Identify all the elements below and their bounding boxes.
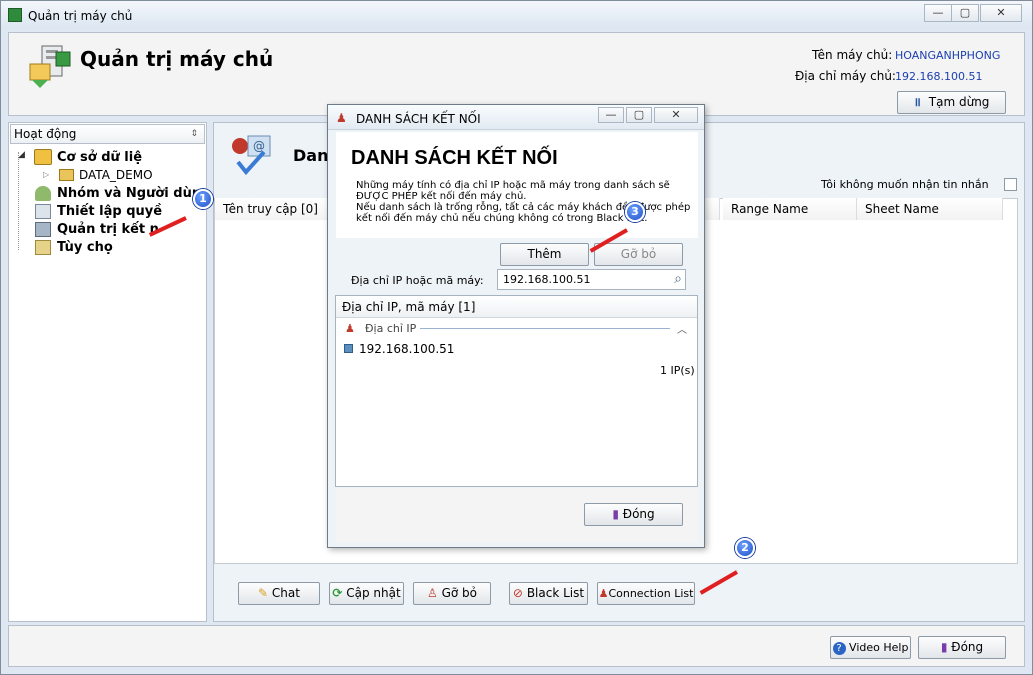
collapse-group-icon[interactable]: ︿ <box>677 321 687 336</box>
dialog-remove-button[interactable]: Gỡ bỏ <box>594 243 683 266</box>
tree-collapse-icon[interactable]: ▷ <box>43 170 49 179</box>
tree-expand-icon[interactable]: ◢ <box>18 150 25 160</box>
users-icon <box>35 186 51 201</box>
dialog-close-button[interactable]: ▮ Đóng <box>584 503 683 526</box>
activity-dropdown-label: Hoạt động <box>14 127 77 141</box>
dropdown-arrow-icon: ⇕ <box>190 129 198 139</box>
black-list-icon: ⊘ <box>512 586 523 600</box>
tree-item-connection-admin[interactable]: Quản trị kết n <box>57 222 159 237</box>
server-icon <box>28 44 72 88</box>
update-button-label: Cập nhật <box>346 586 401 600</box>
remove-user-button-label: Gỡ bỏ <box>441 586 477 600</box>
computer-icon <box>344 344 353 353</box>
search-icon[interactable]: ⌕ <box>674 270 682 289</box>
close-window-button[interactable]: ✕ <box>980 4 1022 22</box>
tree-item-options[interactable]: Tùy chọ <box>57 240 113 255</box>
dialog-close-button-label: Đóng <box>622 507 655 521</box>
tree-item-data-demo[interactable]: DATA_DEMO <box>79 168 153 182</box>
chat-button[interactable]: ✎ Chat <box>238 582 320 605</box>
connection-list-button-icon: ♟ <box>598 587 609 600</box>
connection-list-icon: @ <box>228 132 274 176</box>
server-address-label: Địa chỉ máy chủ: <box>795 69 896 83</box>
connection-list-button[interactable]: ♟Connection List <box>597 582 695 605</box>
folder-icon <box>59 169 74 181</box>
dialog-maximize-button[interactable]: ▢ <box>626 107 652 123</box>
database-icon <box>34 149 52 165</box>
remove-user-icon: ♙ <box>426 586 438 600</box>
dialog-close-x-button[interactable]: ✕ <box>654 107 698 123</box>
permissions-icon <box>35 204 51 219</box>
pause-button-label: Tạm dừng <box>928 95 990 109</box>
dialog-desc-line: Những máy tính có địa chỉ IP hoặc mã máy… <box>356 180 670 191</box>
svg-text:@: @ <box>253 139 265 153</box>
footer-close-button-label: Đóng <box>951 640 984 654</box>
dialog-minimize-button[interactable]: — <box>598 107 624 123</box>
chat-button-label: Chat <box>271 586 300 600</box>
dialog-heading: DANH SÁCH KẾT NỐI <box>351 147 558 169</box>
tree-item-permissions[interactable]: Thiết lập quyề <box>57 204 162 219</box>
remove-user-button[interactable]: ♙ Gỡ bỏ <box>413 582 491 605</box>
ip-input-value: 192.168.100.51 <box>503 273 591 286</box>
ip-entry[interactable]: 192.168.100.51 <box>359 342 454 356</box>
annotation-badge-3: 3 <box>625 202 645 222</box>
chat-icon: ✎ <box>258 586 269 600</box>
window-title: Quản trị máy chủ <box>28 9 133 23</box>
server-address-value: 192.168.100.51 <box>895 70 983 83</box>
page-title: Quản trị máy chủ <box>80 47 274 71</box>
maximize-button[interactable]: ▢ <box>951 4 979 22</box>
activity-dropdown[interactable]: Hoạt động ⇕ <box>10 124 205 144</box>
group-divider <box>420 328 670 329</box>
ip-list-header[interactable]: Địa chỉ IP, mã máy [1] <box>336 296 697 318</box>
add-button[interactable]: Thêm <box>500 243 589 266</box>
tree-item-groups-users[interactable]: Nhóm và Người dùn <box>57 186 201 201</box>
app-icon <box>8 8 22 22</box>
tree-line <box>18 152 19 250</box>
help-icon: ? <box>832 642 846 655</box>
ip-input-label: Địa chỉ IP hoặc mã máy: <box>351 274 484 287</box>
update-button[interactable]: ⟳ Cập nhật <box>329 582 404 605</box>
no-message-checkbox[interactable] <box>1004 178 1017 191</box>
dialog-title-icon: ♟ <box>336 111 347 125</box>
server-name-value: HOANGANHPHONG <box>895 49 1001 62</box>
server-name-label: Tên máy chủ: <box>812 48 893 62</box>
options-icon <box>35 240 51 255</box>
annotation-badge-2: 2 <box>735 538 755 558</box>
black-list-button[interactable]: ⊘ Black List <box>509 582 588 605</box>
dialog-title: DANH SÁCH KẾT NỐI <box>356 112 481 126</box>
group-icon: ♟ <box>345 322 355 335</box>
dialog-desc-line: ĐƯỢC PHÉP kết nối đến máy chủ. <box>356 191 527 202</box>
column-header-sheet-name[interactable]: Sheet Name <box>857 198 1003 220</box>
no-message-label: Tôi không muốn nhận tin nhắn <box>821 178 989 191</box>
video-help-button[interactable]: ? Video Help <box>830 636 911 659</box>
refresh-icon: ⟳ <box>332 586 343 600</box>
tree-item-database[interactable]: Cơ sở dữ liệ <box>57 150 142 165</box>
column-header-range-name[interactable]: Range Name <box>723 198 857 220</box>
pause-button[interactable]: ॥ Tạm dừng <box>897 91 1006 114</box>
ip-group-label: Địa chỉ IP <box>365 322 417 335</box>
door-icon: ▮ <box>612 507 619 521</box>
door-icon: ▮ <box>940 640 948 654</box>
footer-close-button[interactable]: ▮ Đóng <box>918 636 1006 659</box>
connection-admin-icon <box>35 222 51 237</box>
pause-icon: ॥ <box>913 95 921 109</box>
ip-count-label: 1 IP(s) <box>660 364 695 377</box>
ip-input[interactable]: 192.168.100.51 ⌕ <box>497 269 686 290</box>
minimize-button[interactable]: — <box>924 4 952 22</box>
black-list-button-label: Black List <box>526 586 585 600</box>
annotation-badge-1: 1 <box>193 189 213 209</box>
title-bar <box>1 1 1032 29</box>
video-help-button-label: Video Help <box>849 641 909 654</box>
connection-list-button-label: Connection List <box>608 587 694 600</box>
